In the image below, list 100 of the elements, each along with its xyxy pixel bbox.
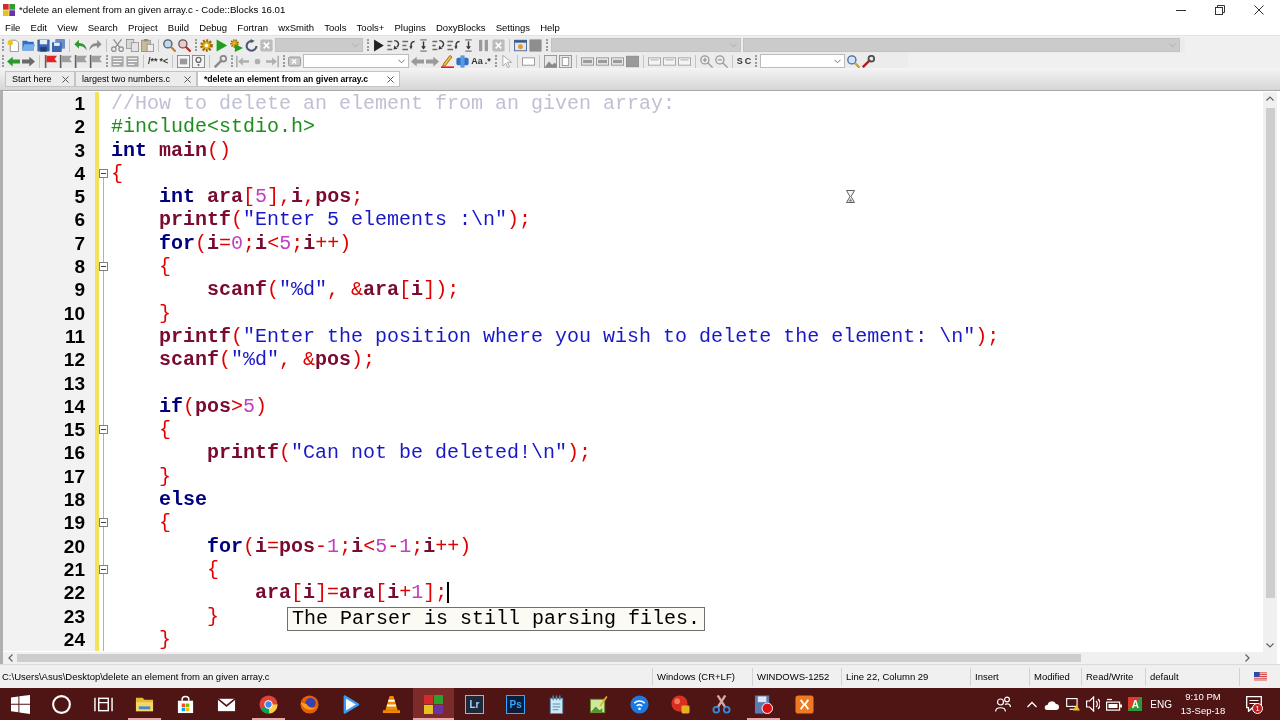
menu-item[interactable]: wxSmith [273, 20, 320, 34]
step-icon[interactable] [462, 38, 475, 52]
step-icon[interactable] [447, 38, 460, 52]
close-icon[interactable] [387, 75, 394, 83]
play-icon[interactable] [372, 38, 385, 52]
toolbar-button[interactable]: S [736, 54, 743, 68]
pencil-icon[interactable] [441, 54, 455, 68]
volume-icon[interactable] [1086, 696, 1101, 712]
refresh-icon[interactable] [245, 38, 258, 52]
tag-icon[interactable] [288, 54, 302, 68]
step-icon[interactable] [387, 38, 400, 52]
editor-tab[interactable]: *delete an element from an given array.c [197, 71, 400, 87]
collapse-icon[interactable] [99, 168, 108, 178]
folder-icon[interactable] [22, 38, 35, 52]
ring-icon[interactable] [52, 694, 72, 714]
plus-shape-icon[interactable] [456, 54, 470, 68]
letter-tile[interactable]: A [1128, 697, 1143, 711]
editor-tab[interactable]: Start here [5, 71, 75, 87]
menu-item[interactable]: Help [535, 20, 565, 34]
search-icon[interactable] [847, 54, 861, 68]
window-icon[interactable] [625, 54, 639, 68]
gear-play-icon[interactable] [230, 38, 243, 52]
chevron-left-icon[interactable] [8, 654, 13, 662]
rectangle-icon[interactable] [521, 54, 535, 68]
toolbar-button[interactable]: Aa [471, 54, 483, 68]
document-icon[interactable] [192, 54, 206, 68]
collapse-icon[interactable] [99, 518, 108, 528]
scrollbar-thumb[interactable] [17, 654, 1081, 662]
step-icon[interactable] [432, 38, 445, 52]
battery-icon[interactable] [1106, 697, 1123, 711]
floppy-disks-icon[interactable] [52, 38, 65, 52]
search-icon[interactable] [163, 38, 176, 52]
taskbar-button[interactable] [412, 688, 454, 720]
dropdown-field[interactable] [760, 54, 846, 68]
toolbar-button[interactable]: C [744, 54, 752, 68]
colored-ring-icon [258, 694, 278, 714]
close-icon[interactable] [184, 75, 191, 83]
close-icon[interactable] [62, 75, 69, 83]
toolbar-button[interactable]: /** [148, 54, 158, 68]
taskbar-button[interactable]: Ps [495, 688, 537, 720]
code-line: scanf("%d", &ara[i]); [207, 278, 460, 302]
menu-item[interactable]: Settings [490, 20, 536, 34]
line-number: 1 [74, 92, 85, 116]
step-icon[interactable] [417, 38, 430, 52]
toolbar-button[interactable]: .* [484, 54, 491, 68]
restore-icon[interactable] [1214, 4, 1225, 15]
chevron-down-icon[interactable] [834, 58, 842, 64]
wrench-icon[interactable] [862, 54, 876, 68]
gear-icon[interactable] [200, 38, 213, 52]
picture-icon[interactable] [558, 54, 572, 68]
chevron-right-icon[interactable] [1245, 654, 1250, 662]
redo-icon[interactable] [89, 38, 102, 52]
chevron-down-icon[interactable] [398, 58, 406, 64]
toolbar-button[interactable]: *< [159, 54, 169, 68]
new-file-icon[interactable] [7, 38, 20, 52]
square-icon[interactable] [529, 38, 542, 52]
editor-tab[interactable]: largest two numbers.c [75, 71, 197, 87]
language-indicator[interactable]: ENG [1150, 698, 1172, 710]
menu-item[interactable]: View [52, 20, 83, 34]
menu-item[interactable]: File [0, 20, 26, 34]
monitor-warning-icon[interactable] [1065, 697, 1082, 711]
code-line: #include<stdio.h> [111, 115, 316, 139]
collapse-icon[interactable] [99, 425, 108, 435]
menu-item[interactable]: Fortran [232, 20, 274, 34]
wrench-icon[interactable] [214, 54, 228, 68]
clock-time: 9:10 PM [1185, 690, 1221, 704]
menu-item[interactable]: Search [82, 20, 123, 34]
forward-arrow-icon[interactable] [22, 54, 35, 68]
hourglass-icon [846, 190, 855, 203]
undo-icon[interactable] [74, 38, 87, 52]
scrollbar-thumb[interactable] [1265, 108, 1275, 598]
scissors-icon[interactable] [111, 38, 124, 52]
document-icon[interactable] [177, 54, 191, 68]
collapse-icon[interactable] [99, 564, 108, 574]
status-text: Read/Write [1086, 671, 1134, 682]
menu-item[interactable]: DoxyBlocks [430, 20, 491, 34]
menu-item[interactable]: Plugins [389, 20, 431, 34]
clipboard-icon[interactable] [141, 38, 154, 52]
close-icon[interactable] [1253, 4, 1264, 15]
dropdown-field[interactable] [303, 54, 410, 68]
menu-item[interactable]: Tools [319, 20, 352, 34]
save-icon[interactable] [37, 38, 50, 52]
status-text: Windows (CR+LF) [657, 671, 735, 682]
people-icon[interactable] [995, 696, 1012, 712]
menu-item[interactable]: Edit [25, 20, 53, 34]
chevron-up-icon[interactable] [1266, 96, 1274, 101]
status-text: Modified [1034, 671, 1070, 682]
menu-item[interactable]: Tools+ [351, 20, 390, 34]
four-panes-icon[interactable] [11, 694, 31, 714]
picture-icon[interactable] [543, 54, 557, 68]
window-icon[interactable] [514, 38, 527, 52]
step-icon[interactable] [402, 38, 415, 52]
menu-item[interactable]: Build [162, 20, 195, 34]
chevron-down-icon[interactable] [1266, 643, 1274, 648]
back-arrow-icon[interactable] [7, 54, 20, 68]
collapse-icon[interactable] [99, 262, 108, 272]
taskbar-button[interactable]: Lr [453, 688, 495, 720]
menu-item[interactable]: Debug [194, 20, 233, 34]
menu-item[interactable]: Project [122, 20, 163, 34]
magnifier-icon[interactable] [178, 38, 191, 52]
